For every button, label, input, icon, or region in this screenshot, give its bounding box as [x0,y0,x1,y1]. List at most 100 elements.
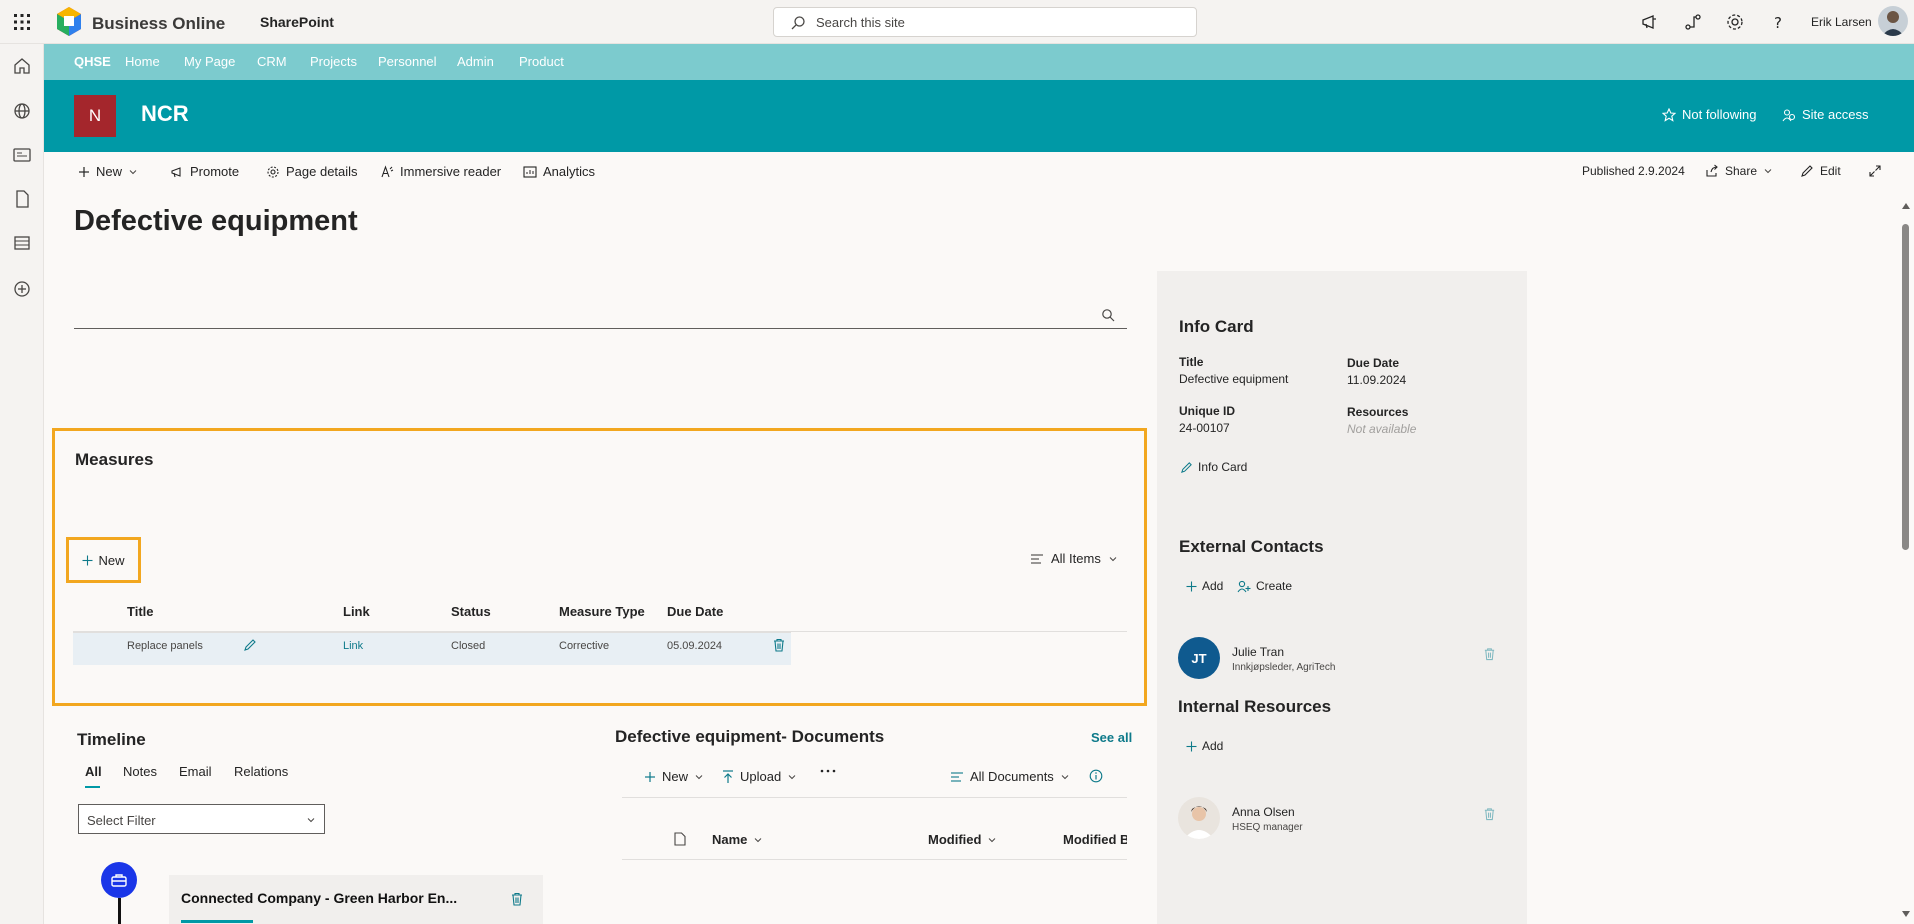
pencil-icon [1180,461,1193,474]
hub-nav-crm[interactable]: CRM [257,54,287,69]
network-icon[interactable] [1683,12,1703,32]
news-icon[interactable] [12,145,32,165]
info-due-value: 11.09.2024 [1347,373,1407,387]
info-icon[interactable] [1089,769,1103,783]
delete-trash-icon[interactable] [1483,647,1496,661]
delete-trash-icon[interactable] [1483,807,1496,821]
documents-divider [622,797,1127,798]
documents-view-selector[interactable]: All Documents [950,769,1070,784]
timeline-card-title[interactable]: Connected Company - Green Harbor En... [181,890,457,906]
analytics-button[interactable]: Analytics [523,164,595,179]
measures-view-selector[interactable]: All Items [1030,551,1118,566]
site-search-box[interactable] [773,7,1197,37]
page-search-field[interactable] [74,300,1127,329]
hub-nav-personnel[interactable]: Personnel [378,54,437,69]
column-header-status[interactable]: Status [451,604,491,619]
julie-tran-name[interactable]: Julie Tran [1232,645,1284,659]
hub-nav-my-page[interactable]: My Page [184,54,235,69]
anna-olsen-avatar[interactable] [1178,797,1220,839]
immersive-reader-button[interactable]: Immersive reader [380,164,501,179]
expand-icon[interactable] [1868,164,1882,178]
user-avatar[interactable] [1878,6,1908,36]
site-access-button[interactable]: Site access [1782,107,1868,122]
globe-icon[interactable] [12,101,32,121]
hub-nav-product[interactable]: Product [519,54,564,69]
timeline-filter-select[interactable]: Select Filter [78,804,325,834]
row-link[interactable]: Link [343,640,363,652]
scroll-up-arrow-icon[interactable] [1901,202,1911,210]
user-name[interactable]: Erik Larsen [1811,15,1872,29]
info-card-title: Info Card [1179,317,1254,336]
measures-new-button[interactable]: New [66,537,141,583]
edit-button[interactable]: Edit [1800,164,1841,178]
new-menu-button[interactable]: New [78,164,138,179]
business-online-logo[interactable] [52,5,86,39]
row-title[interactable]: Replace panels [127,640,203,652]
external-create-button[interactable]: Create [1237,579,1292,593]
settings-gear-icon[interactable] [1725,12,1745,32]
site-logo[interactable]: N [74,95,116,137]
hub-nav-projects[interactable]: Projects [310,54,357,69]
edit-label: Edit [1820,164,1841,178]
row-due-date: 05.09.2024 [667,640,723,652]
share-icon [1705,164,1719,178]
chevron-down-icon [753,835,763,845]
column-header-title[interactable]: Title [127,604,154,619]
share-button[interactable]: Share [1705,164,1773,178]
more-options-icon[interactable] [820,769,836,773]
brand-name[interactable]: Business Online [92,14,225,34]
documents-title[interactable]: Defective equipment- Documents [615,727,884,747]
megaphone-icon[interactable] [1640,12,1660,32]
row-measure-type: Corrective [559,640,610,652]
filter-lines-icon [1030,553,1044,565]
hub-nav-qhse[interactable]: QHSE [74,54,111,69]
search-icon[interactable] [1101,308,1115,322]
anna-olsen-name[interactable]: Anna Olsen [1232,805,1295,819]
scrollbar-thumb[interactable] [1902,224,1909,550]
timeline-title: Timeline [77,730,146,749]
promote-button[interactable]: Promote [170,164,239,179]
column-header-link[interactable]: Link [343,604,370,619]
app-name[interactable]: SharePoint [260,14,334,30]
app-launcher-icon[interactable] [12,12,32,32]
delete-trash-icon[interactable] [772,638,786,652]
external-add-button[interactable]: Add [1186,579,1223,593]
documents-column-modified-by[interactable]: Modified By [1063,832,1127,847]
julie-tran-avatar[interactable]: JT [1178,637,1220,679]
timeline-card-accent [181,920,253,923]
hub-nav-admin[interactable]: Admin [457,54,494,69]
list-icon[interactable] [12,233,32,253]
delete-trash-icon[interactable] [510,892,524,906]
edit-info-card-button[interactable]: Info Card [1180,460,1247,474]
timeline-tab-relations[interactable]: Relations [234,764,288,779]
internal-add-button[interactable]: Add [1186,739,1223,753]
site-access-label: Site access [1802,107,1869,122]
documents-new-button[interactable]: New [644,769,704,784]
page-details-button[interactable]: Page details [266,164,358,179]
follow-label: Not following [1682,107,1757,122]
column-header-due-date[interactable]: Due Date [667,604,723,619]
scroll-down-arrow-icon[interactable] [1901,910,1911,918]
search-input[interactable] [816,13,1176,31]
documents-column-modified[interactable]: Modified [928,832,997,847]
timeline-tab-all[interactable]: All [85,764,102,779]
document-icon[interactable] [12,189,32,209]
chevron-down-icon [1763,166,1773,176]
hub-nav-home[interactable]: Home [125,54,160,69]
help-icon[interactable]: ? [1768,12,1788,32]
timeline-tab-email[interactable]: Email [179,764,212,779]
follow-button[interactable]: Not following [1662,107,1756,122]
documents-column-name[interactable]: Name [712,832,763,847]
column-header-measure-type[interactable]: Measure Type [559,604,645,619]
upload-button[interactable]: Upload [722,769,797,784]
edit-pencil-icon[interactable] [243,638,257,652]
timeline-tab-notes[interactable]: Notes [123,764,157,779]
new-label: New [96,164,123,179]
home-icon[interactable] [12,56,32,76]
site-title[interactable]: NCR [141,101,189,127]
create-add-icon[interactable] [12,279,32,299]
file-type-icon[interactable] [674,832,686,846]
internal-add-label: Add [1202,739,1224,753]
plus-icon [1186,581,1197,592]
see-all-link[interactable]: See all [1091,730,1132,745]
